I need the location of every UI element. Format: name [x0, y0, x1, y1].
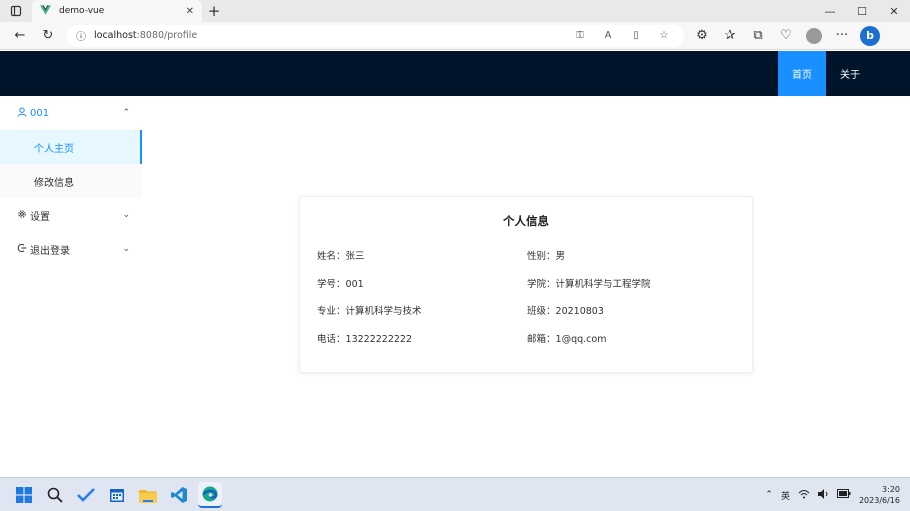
- info-icon[interactable]: ⓘ: [76, 28, 86, 43]
- file-explorer-icon[interactable]: [136, 482, 160, 508]
- field-label: 学号: [317, 279, 337, 290]
- taskbar: ⌃ 英 3:20 2023/6/16: [0, 477, 910, 511]
- new-tab-icon[interactable]: +: [202, 0, 226, 22]
- sidebar-group-settings[interactable]: 设置 ⌄: [0, 198, 142, 232]
- field-label: 性别: [527, 251, 547, 262]
- field-label: 专业: [317, 306, 337, 317]
- browser-toolbar: ← ↻ ⓘ localhost:8080/profile ⚿ A ▯ ☆ ⚙ ✰…: [0, 22, 910, 50]
- top-menu-home[interactable]: 首页: [778, 51, 826, 96]
- collections-icon[interactable]: ⧉: [744, 24, 772, 48]
- browser-tab[interactable]: demo-vue ✕: [32, 0, 202, 22]
- field-value: 计算机科学与技术: [345, 306, 422, 317]
- calendar-app-icon[interactable]: [105, 482, 129, 508]
- sidebar-group-label: 001: [30, 107, 50, 119]
- favorites-icon[interactable]: ✰: [716, 24, 744, 48]
- wifi-icon[interactable]: [798, 489, 810, 502]
- bing-logo: b: [860, 25, 880, 46]
- field-label: 班级: [527, 306, 547, 317]
- system-tray: ⌃ 英 3:20 2023/6/16: [765, 478, 900, 511]
- gear-icon: [17, 209, 27, 222]
- browser-tab-strip: demo-vue ✕ + — ☐ ✕: [0, 0, 910, 22]
- taskbar-apps: [12, 482, 222, 508]
- info-student-id: 学号：001: [317, 279, 364, 290]
- top-menu: 首页 关于: [778, 51, 874, 96]
- field-value: 20210803: [555, 306, 604, 317]
- vue-logo-icon: [40, 4, 51, 18]
- tab-actions-icon[interactable]: [0, 0, 32, 22]
- profile-icon[interactable]: [800, 24, 828, 48]
- field-value: 13222222222: [345, 334, 413, 345]
- window-close-icon[interactable]: ✕: [878, 0, 910, 22]
- edge-browser-icon[interactable]: [198, 482, 222, 508]
- field-value: 计算机科学与工程学院: [555, 279, 651, 290]
- info-college: 学院：计算机科学与工程学院: [527, 279, 651, 290]
- profile-card: 个人信息 姓名：张三 性别：男 学号：001 学院：计算机科学与工程学院 专业：…: [299, 196, 753, 373]
- chevron-up-icon: ⌃: [122, 108, 130, 118]
- back-icon[interactable]: ←: [6, 24, 34, 48]
- volume-icon[interactable]: [817, 488, 829, 502]
- field-label: 邮箱: [527, 334, 547, 345]
- key-icon[interactable]: ⚿: [570, 30, 590, 41]
- sidebar-group-label: 退出登录: [30, 245, 70, 257]
- url-text[interactable]: localhost:8080/profile: [94, 30, 562, 41]
- extensions-icon[interactable]: ⚙: [688, 24, 716, 48]
- field-label: 电话: [317, 334, 337, 345]
- chevron-up-icon[interactable]: ⌃: [765, 490, 773, 500]
- minimize-icon[interactable]: —: [814, 0, 846, 22]
- avatar: [806, 27, 822, 44]
- user-icon: [17, 107, 27, 120]
- search-icon[interactable]: [43, 482, 67, 508]
- logout-icon: [17, 243, 27, 256]
- url-host: localhost: [94, 30, 137, 41]
- windows-start-icon[interactable]: [12, 482, 36, 508]
- info-phone: 电话：13222222222: [317, 334, 413, 345]
- clock-date: 2023/6/16: [858, 496, 900, 505]
- sidebar-item-profile[interactable]: 个人主页: [0, 130, 142, 164]
- app-header: 首页 关于: [0, 51, 910, 96]
- sidebar-item-edit-info[interactable]: 修改信息: [0, 164, 142, 198]
- sidebar: 001 ⌃ 个人主页 修改信息 设置 ⌄ 退出登录 ⌄: [0, 96, 142, 477]
- field-value: 001: [345, 279, 364, 290]
- browser-right-tools: ⚙ ✰ ⧉ ♡ ··· b: [688, 24, 884, 48]
- favorite-icon[interactable]: ☆: [654, 30, 674, 41]
- chevron-down-icon: ⌄: [122, 210, 130, 220]
- browser-essentials-icon[interactable]: ♡: [772, 24, 800, 48]
- info-major: 专业：计算机科学与技术: [317, 306, 422, 317]
- address-bar[interactable]: ⓘ localhost:8080/profile ⚿ A ▯ ☆: [66, 24, 684, 47]
- sidebar-group-logout[interactable]: 退出登录 ⌄: [0, 232, 142, 266]
- system-clock[interactable]: 3:20 2023/6/16: [859, 484, 900, 506]
- sidebar-group-label: 设置: [30, 211, 50, 223]
- read-aloud-icon[interactable]: A: [598, 30, 618, 41]
- close-icon[interactable]: ✕: [186, 6, 194, 17]
- ime-indicator[interactable]: 英: [781, 489, 790, 502]
- url-rest: :8080/profile: [136, 30, 198, 41]
- top-menu-about[interactable]: 关于: [826, 51, 874, 96]
- clock-time: 3:20: [882, 485, 900, 494]
- todo-app-icon[interactable]: [74, 482, 98, 508]
- reader-icon[interactable]: ▯: [626, 30, 646, 41]
- field-label: 学院: [527, 279, 547, 290]
- bing-icon[interactable]: b: [856, 24, 884, 48]
- maximize-icon[interactable]: ☐: [846, 0, 878, 22]
- info-gender: 性别：男: [527, 251, 566, 262]
- card-title: 个人信息: [503, 214, 549, 228]
- vscode-icon[interactable]: [167, 482, 191, 508]
- field-value: 男: [555, 251, 566, 262]
- field-value: 1@qq.com: [555, 334, 607, 345]
- sidebar-group-user[interactable]: 001 ⌃: [0, 96, 142, 130]
- info-name: 姓名：张三: [317, 251, 365, 262]
- refresh-icon[interactable]: ↻: [34, 24, 62, 48]
- info-email: 邮箱：1@qq.com: [527, 334, 607, 345]
- info-class: 班级：20210803: [527, 306, 604, 317]
- field-value: 张三: [345, 251, 365, 262]
- chevron-down-icon: ⌄: [122, 244, 130, 254]
- window-controls: — ☐ ✕: [814, 0, 910, 22]
- field-label: 姓名: [317, 251, 337, 262]
- battery-icon[interactable]: [836, 489, 851, 501]
- more-icon[interactable]: ···: [828, 24, 856, 48]
- tab-title: demo-vue: [59, 6, 105, 16]
